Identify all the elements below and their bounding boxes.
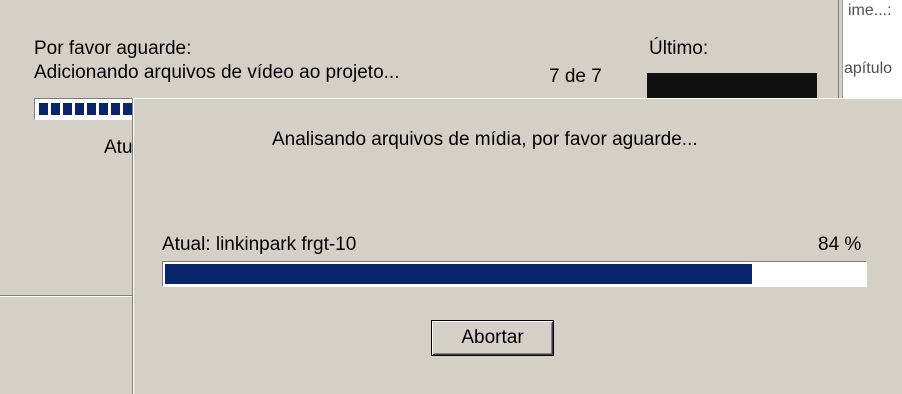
analysis-message: Analisando arquivos de mídia, por favor …: [272, 129, 698, 150]
background-window-chapter-label: apítulo: [844, 60, 893, 77]
current-file-label: Atual: linkinpark frgt-10: [162, 234, 357, 255]
abort-button[interactable]: Abortar: [431, 320, 554, 356]
back-dialog-adding-message: Adicionando arquivos de vídeo ao projeto…: [34, 62, 400, 83]
media-analysis-dialog: Analisando arquivos de mídia, por favor …: [133, 98, 902, 394]
analysis-progress-fill: [165, 264, 752, 284]
back-dialog-file-count: 7 de 7: [549, 66, 602, 87]
analysis-progress-bar: [162, 261, 867, 287]
back-dialog-last-label: Último:: [649, 38, 709, 59]
background-window-label: ime...:: [848, 2, 892, 19]
back-dialog-current-label: Atu: [104, 137, 133, 158]
progress-percent-label: 84 %: [818, 234, 862, 255]
back-dialog-wait-message: Por favor aguarde:: [34, 38, 192, 59]
back-dialog-divider: [0, 295, 135, 297]
back-dialog-progress-fill: [39, 103, 146, 115]
abort-button-label: Abortar: [461, 327, 524, 348]
